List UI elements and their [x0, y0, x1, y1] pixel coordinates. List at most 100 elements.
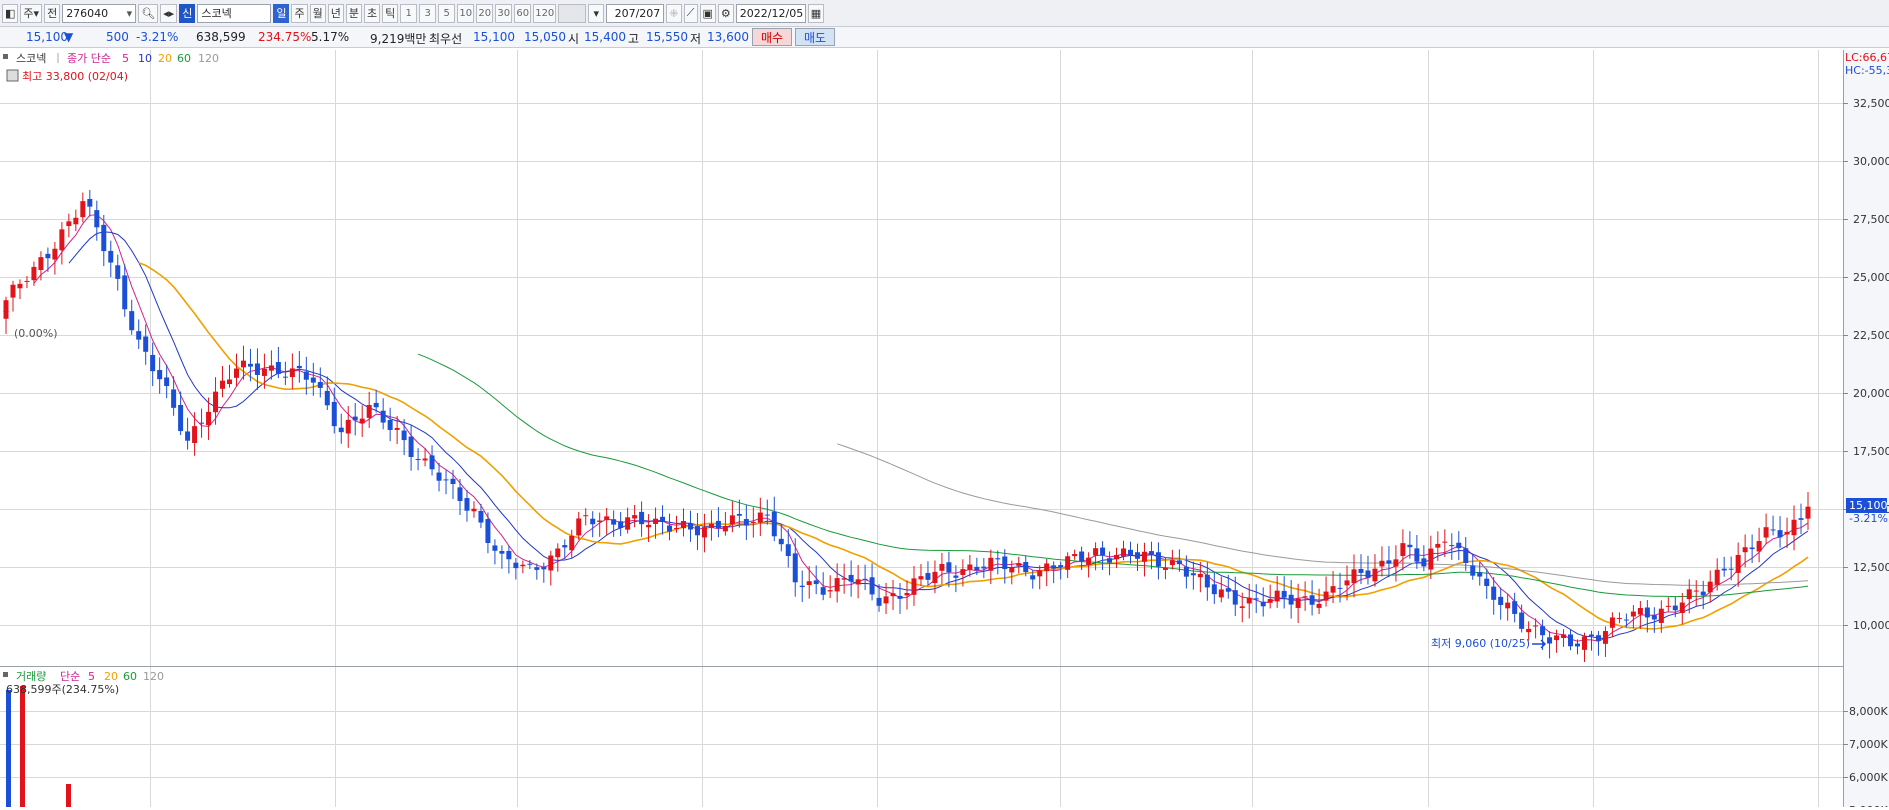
- interval-20-label: 20: [478, 7, 492, 19]
- price-tab-label[interactable]: 스코넥: [16, 52, 46, 65]
- interval-20[interactable]: 20: [476, 3, 494, 23]
- high-note: 최고 33,800 (02/04): [22, 70, 128, 83]
- candle-up: [855, 579, 861, 585]
- candle-up: [213, 391, 219, 413]
- line-tool-icon[interactable]: ⟋: [683, 3, 698, 23]
- price-tick-label: 10,000: [1853, 619, 1889, 632]
- candle-down: [485, 519, 491, 543]
- gear-icon[interactable]: ⚙: [717, 3, 734, 23]
- interval-60[interactable]: 60: [514, 3, 532, 23]
- candle-up: [52, 248, 58, 260]
- candle-down: [667, 525, 673, 532]
- interval-3[interactable]: 3: [419, 3, 437, 23]
- candle-up: [31, 266, 37, 281]
- period-day[interactable]: 일: [273, 3, 290, 23]
- calendar-icon[interactable]: ▦: [807, 3, 825, 23]
- candle-down: [164, 377, 170, 387]
- candle-up: [471, 508, 477, 512]
- code-input[interactable]: 276040 ▾: [62, 3, 137, 23]
- market2-select[interactable]: 전: [44, 3, 61, 23]
- low-note: 최저 9,060 (10/25): [1431, 637, 1530, 650]
- candle-up: [38, 257, 44, 270]
- candle-down: [925, 573, 931, 580]
- candle-up: [1197, 573, 1203, 578]
- candle-up: [806, 581, 812, 586]
- interval-30[interactable]: 30: [495, 3, 513, 23]
- candle-down: [1100, 547, 1106, 556]
- candle-down: [1260, 601, 1266, 607]
- candle-up: [1072, 554, 1078, 557]
- interval-5[interactable]: 5: [438, 3, 456, 23]
- candle-up: [1616, 617, 1622, 619]
- sell-button[interactable]: 매도: [795, 28, 835, 46]
- chevron-down-icon[interactable]: ▾: [127, 7, 133, 20]
- candle-up: [967, 564, 973, 570]
- panel-menu-icon[interactable]: [3, 54, 8, 59]
- chevron-down-icon[interactable]: ▾: [588, 3, 605, 23]
- volume-legend-ma120: 120: [143, 670, 164, 683]
- candle-down: [415, 458, 421, 460]
- volume-note: 638,599주(234.75%): [6, 683, 119, 696]
- interval-120[interactable]: 120: [533, 3, 557, 23]
- stock-name-field[interactable]: 스코넥: [197, 3, 272, 23]
- period-tick[interactable]: 틱: [382, 3, 399, 23]
- period-second[interactable]: 초: [363, 3, 381, 23]
- period-month[interactable]: 월: [309, 3, 326, 23]
- period-minute[interactable]: 분: [345, 3, 362, 23]
- candle-down: [1798, 518, 1804, 520]
- chart-area[interactable]: 32,500 30,000 27,500 25,000 22,500 20,000 17,5…: [0, 50, 1889, 810]
- candle-up: [1218, 589, 1224, 598]
- table-icon[interactable]: [6, 69, 19, 82]
- period-year[interactable]: 년: [327, 3, 344, 23]
- candle-up: [206, 411, 212, 426]
- legend-ma60: 60: [177, 52, 191, 65]
- candle-down: [848, 574, 854, 582]
- volume-panel-legend: 거래량 단순 5 20 60 120 638,599주(234.75%): [3, 670, 164, 696]
- quote-volume: 638,599: [196, 30, 246, 44]
- candle-up: [345, 419, 351, 434]
- low-label: 저: [690, 32, 702, 46]
- sell-button-label: 매도: [803, 30, 827, 45]
- interval-10[interactable]: 10: [457, 3, 475, 23]
- arrow-right-icon: [1532, 639, 1547, 649]
- candle-up: [1246, 597, 1252, 604]
- volume-tick-label: 8,000K: [1849, 705, 1888, 718]
- market-select[interactable]: 주 ▾: [20, 3, 43, 23]
- candle-up: [1693, 590, 1699, 592]
- candle-down: [639, 511, 645, 525]
- sound-icon[interactable]: ◂▸: [160, 3, 178, 23]
- hc-label: HC:-55,3: [1845, 64, 1889, 77]
- candle-down: [1337, 587, 1343, 589]
- panel-menu-icon[interactable]: [3, 672, 8, 677]
- custom-interval-field[interactable]: [558, 3, 587, 23]
- candle-down: [541, 566, 547, 570]
- candle-down: [115, 265, 121, 279]
- buy-button-label: 매수: [760, 30, 784, 45]
- candle-down: [199, 422, 205, 424]
- chart-svg[interactable]: 32,500 30,000 27,500 25,000 22,500 20,000 17,5…: [0, 50, 1889, 810]
- interval-10-label: 10: [459, 7, 473, 19]
- save-icon[interactable]: ▣: [699, 3, 716, 23]
- candle-up: [597, 520, 603, 522]
- price-tick-label: 17,500: [1853, 445, 1889, 458]
- candle-up: [233, 368, 239, 378]
- candle-up: [1505, 602, 1511, 609]
- candle-down: [1512, 601, 1518, 614]
- candle-down: [715, 520, 721, 529]
- high-label: 고: [628, 32, 640, 46]
- candle-up: [841, 578, 847, 580]
- candle-down: [660, 516, 666, 523]
- interval-1[interactable]: 1: [400, 3, 418, 23]
- candle-down: [492, 545, 498, 551]
- date-field[interactable]: 2022/12/05: [735, 3, 806, 23]
- period-week[interactable]: 주: [291, 3, 308, 23]
- window-icon[interactable]: ◧: [2, 3, 19, 23]
- candle-down: [534, 567, 540, 570]
- candle-up: [359, 418, 365, 424]
- grid-icon[interactable]: ⁜: [666, 3, 682, 23]
- search-icon[interactable]: 🔍︎: [138, 3, 159, 23]
- candle-down: [792, 553, 798, 583]
- candle-up: [366, 404, 372, 418]
- candle-down: [387, 419, 393, 430]
- buy-button[interactable]: 매수: [752, 28, 792, 46]
